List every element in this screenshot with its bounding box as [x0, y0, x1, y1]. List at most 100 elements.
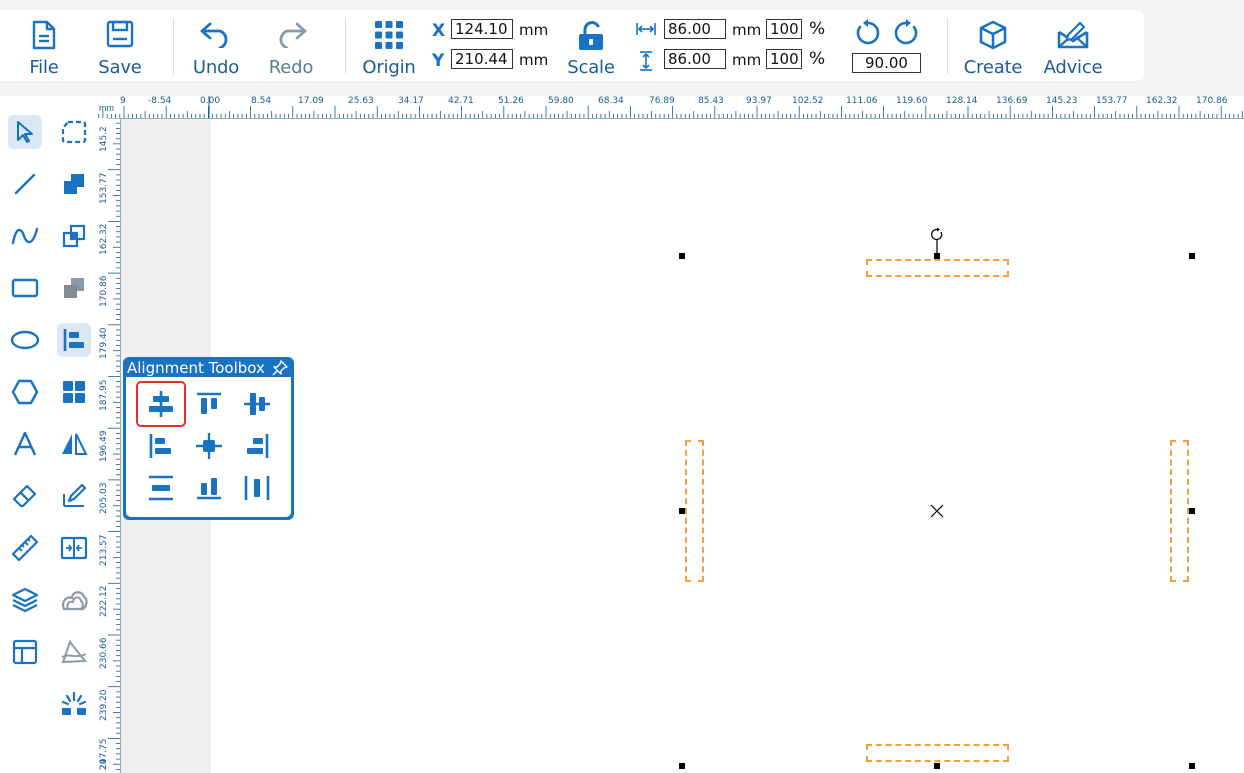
undo-button[interactable]: Undo — [186, 10, 246, 81]
selected-shape-top[interactable] — [866, 259, 1009, 277]
align-center-button[interactable] — [186, 425, 232, 467]
left-ruler-label: 213.57 — [99, 534, 109, 566]
file-icon — [32, 20, 56, 50]
align-vertical-center-button[interactable] — [234, 383, 280, 425]
align-bottom-button[interactable] — [186, 467, 232, 509]
mirror-tool[interactable] — [57, 427, 91, 461]
left-ruler-label: 153.77 — [99, 172, 109, 204]
resize-handle-bottom-left[interactable] — [679, 763, 685, 769]
ruler-unit-label: mm — [99, 103, 114, 113]
y-position-input[interactable]: 210.44 — [451, 49, 513, 69]
create-button[interactable]: Create — [961, 10, 1025, 81]
top-ruler-label: 170.86 — [1196, 96, 1228, 106]
intersect-tool[interactable] — [57, 219, 91, 253]
height-input[interactable]: 86.00 — [664, 49, 726, 69]
resize-handle-top-right[interactable] — [1189, 253, 1195, 259]
top-ruler-label: 128.14 — [946, 96, 978, 106]
rotate-ccw-icon[interactable] — [853, 18, 883, 48]
ellipse-tool[interactable] — [8, 323, 42, 357]
rotate-cw-icon[interactable] — [891, 18, 921, 48]
scale-lock-button[interactable]: Scale — [562, 10, 620, 81]
redo-icon — [279, 22, 307, 48]
selected-shape-right[interactable] — [1170, 440, 1189, 582]
resize-handle-top-left[interactable] — [679, 253, 685, 259]
layout-icon — [12, 639, 38, 665]
left-ruler-label: 170.86 — [99, 275, 109, 308]
union-icon — [64, 174, 84, 194]
layout-tool[interactable] — [8, 635, 42, 669]
union-tool[interactable] — [57, 167, 91, 201]
top-ruler-label: -8.54 — [148, 96, 172, 106]
toolbar-separator — [947, 18, 948, 74]
left-ruler[interactable]: 145.2 153.77 162.32 170.86 179.40 187.95 196.4… — [98, 118, 121, 773]
dashed-corner-rect-icon — [61, 120, 87, 144]
envelope-pen-icon — [1057, 21, 1089, 49]
top-ruler-label: 102.52 — [792, 96, 824, 106]
redo-label: Redo — [268, 57, 314, 78]
outline-tool[interactable] — [57, 583, 91, 617]
layers-tool[interactable] — [8, 583, 42, 617]
resize-handle-right[interactable] — [1189, 508, 1195, 514]
laser-tool[interactable] — [57, 687, 91, 721]
selected-shape-left[interactable] — [685, 440, 704, 582]
origin-button[interactable]: Origin — [358, 10, 420, 81]
width-percent-input[interactable]: 100 — [766, 19, 802, 39]
top-ruler-label: 145.23 — [1046, 96, 1078, 106]
rotation-input[interactable]: 90.00 — [852, 53, 921, 73]
measure-tool[interactable] — [8, 531, 42, 565]
top-ruler-label: 0.00 — [200, 96, 221, 106]
origin-label: Origin — [362, 57, 416, 78]
rotate-handle-icon[interactable] — [928, 226, 946, 256]
eraser-tool[interactable] — [8, 479, 42, 513]
path-tool[interactable] — [57, 635, 91, 669]
width-input[interactable]: 86.00 — [664, 19, 726, 39]
cursor-arrow-icon — [17, 121, 33, 143]
height-percent-input[interactable]: 100 — [766, 49, 802, 69]
split-tool[interactable] — [57, 531, 91, 565]
distribute-vertical-button[interactable] — [138, 467, 184, 509]
subtract-tool[interactable] — [57, 271, 91, 305]
rectangle-tool[interactable] — [8, 271, 42, 305]
layers-icon — [11, 587, 39, 613]
eraser-icon — [12, 484, 37, 508]
text-tool[interactable] — [8, 427, 42, 461]
alignment-tool[interactable] — [57, 323, 91, 357]
design-canvas[interactable] — [211, 119, 1244, 773]
pin-icon[interactable] — [272, 360, 288, 376]
redo-button[interactable]: Redo — [261, 10, 321, 81]
line-tool[interactable] — [8, 167, 42, 201]
selected-shape-bottom[interactable] — [866, 744, 1009, 762]
top-ruler-label: 111.06 — [846, 96, 878, 106]
resize-handle-left[interactable] — [679, 508, 685, 514]
line-icon — [14, 173, 36, 195]
polygon-tool[interactable] — [8, 375, 42, 409]
array-tool[interactable] — [57, 375, 91, 409]
draw-edit-tool[interactable] — [57, 479, 91, 513]
align-right-button[interactable] — [234, 425, 280, 467]
top-ruler-label: 93.97 — [746, 96, 772, 106]
align-left-button[interactable] — [138, 425, 184, 467]
left-ruler-label: 29 — [99, 758, 109, 770]
resize-handle-bottom-right[interactable] — [1189, 763, 1195, 769]
select-tool[interactable] — [8, 115, 42, 149]
align-horizontal-center-button[interactable] — [136, 381, 186, 427]
left-ruler-label: 187.95 — [99, 379, 109, 411]
unlock-icon — [579, 21, 603, 50]
distribute-horizontal-button[interactable] — [234, 467, 280, 509]
align-top-button[interactable] — [186, 383, 232, 425]
hexagon-icon — [11, 379, 39, 405]
x-position-input[interactable]: 124.10 — [451, 19, 513, 39]
corner-select-tool[interactable] — [57, 115, 91, 149]
advice-button[interactable]: Advice — [1040, 10, 1106, 81]
resize-handle-bottom[interactable] — [934, 763, 940, 769]
file-button[interactable]: File — [14, 10, 74, 81]
top-ruler[interactable]: 9 -8.54 0.00 8.54 17.09 25.63 34.17 42.71 51.26 5… — [98, 96, 1244, 119]
left-ruler-label: 222.12 — [99, 585, 109, 618]
top-ruler-label: 9 — [120, 96, 126, 106]
left-ruler-label: 230.66 — [99, 637, 109, 670]
save-button[interactable]: Save — [90, 10, 150, 81]
top-ruler-label: 51.26 — [498, 96, 524, 106]
pen-edit-icon — [63, 483, 87, 507]
width-unit: mm — [732, 21, 762, 39]
curve-tool[interactable] — [8, 219, 42, 253]
